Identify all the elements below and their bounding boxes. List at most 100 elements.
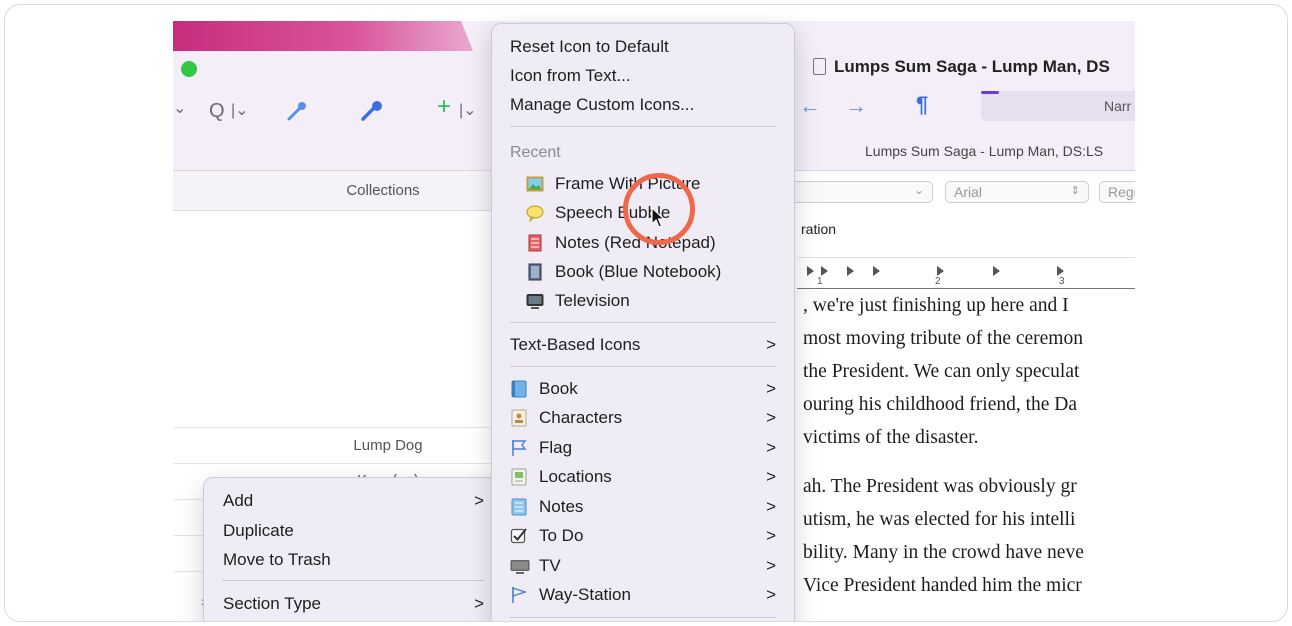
menu-item-label: To Do	[539, 525, 584, 545]
binder-row-label: Lump Dog	[353, 437, 423, 454]
chevron-right-icon: >	[766, 496, 776, 516]
chevron-right-icon: >	[766, 525, 776, 545]
menu-item-add[interactable]: Add >	[204, 486, 502, 515]
tab-stop[interactable]	[821, 266, 828, 276]
body-line: ouring his childhood friend, the Da	[803, 394, 1078, 415]
body-line: ah. The President was obviously gr	[803, 476, 1077, 497]
menu-item-reset-icon[interactable]: Reset Icon to Default	[492, 32, 794, 61]
tab-stop[interactable]	[847, 266, 854, 276]
menu-item-text-based-icons[interactable]: Text-Based Icons >	[492, 330, 794, 359]
menu-item-tv[interactable]: TV >	[492, 551, 794, 580]
ruler[interactable]: 1 2 3	[797, 257, 1135, 291]
speech-bubble-icon	[526, 204, 544, 222]
binder-context-menu: Add > Duplicate Move to Trash Section Typ…	[203, 477, 503, 621]
recent-header: Recent	[510, 144, 561, 161]
menu-item-flag[interactable]: Flag >	[492, 433, 794, 462]
binder-row[interactable]: Lump Dog	[173, 427, 503, 463]
document-icon	[813, 58, 826, 75]
menu-separator	[510, 366, 776, 367]
font-family-value: Arial	[954, 184, 983, 200]
notes-icon	[510, 498, 528, 516]
chevron-right-icon: >	[766, 378, 776, 398]
menu-item-to-do[interactable]: To Do >	[492, 521, 794, 550]
framed-picture-icon	[526, 175, 544, 193]
label-dropper-icon[interactable]	[285, 99, 309, 127]
menu-item-book[interactable]: Book >	[492, 374, 794, 403]
body-line: utism, he was elected for his intelli	[803, 509, 1076, 530]
body-line: Vice President handed him the micr	[803, 575, 1082, 596]
paragraph-style-label: ration	[801, 221, 837, 237]
menu-item-section-type[interactable]: Section Type >	[204, 589, 502, 618]
menu-item-notes[interactable]: Notes >	[492, 492, 794, 521]
search-icon[interactable]: Q	[209, 101, 225, 121]
collections-label: Collections	[346, 182, 420, 199]
add-icon[interactable]: +	[437, 95, 451, 119]
document-subtitle: Lumps Sum Saga - Lump Man, DS:LS	[865, 143, 1104, 159]
font-style-select[interactable]: Regu	[1099, 181, 1135, 203]
menu-item-duplicate[interactable]: Duplicate	[204, 516, 502, 545]
desktop-wallpaper	[173, 21, 473, 51]
menu-item-blue-notebook[interactable]: Book (Blue Notebook)	[492, 257, 794, 286]
body-line: victims of the disaster.	[803, 427, 979, 448]
menu-item-way-station[interactable]: Way-Station >	[492, 580, 794, 609]
menu-item-label: TV	[539, 555, 561, 575]
screenshot-frame: ⌄ Q |⌄ + |⌄ Collections Lump Dog Keog(an…	[4, 4, 1288, 622]
menu-item-label: Characters	[539, 407, 623, 427]
document-title: Lumps Sum Saga - Lump Man, DS	[813, 57, 1110, 77]
chevron-right-icon: >	[766, 584, 776, 604]
menu-separator	[222, 580, 484, 581]
flag-icon	[510, 439, 528, 457]
pilcrow-icon[interactable]: ¶	[916, 92, 928, 118]
menu-item-label: Section Type	[223, 593, 321, 613]
menu-item-manage-custom-icons[interactable]: Manage Custom Icons...	[492, 90, 794, 119]
locations-icon	[510, 468, 528, 486]
menu-item-characters[interactable]: Characters >	[492, 403, 794, 432]
history-nav: ← →	[799, 93, 867, 119]
mouse-pointer-icon	[651, 207, 665, 228]
chevron-right-icon: >	[474, 593, 484, 613]
search-chevron-icon[interactable]: |⌄	[231, 101, 249, 121]
red-notepad-icon	[526, 234, 544, 252]
chevron-right-icon: >	[474, 490, 484, 510]
status-dropper-icon[interactable]	[359, 99, 385, 127]
menu-item-locations[interactable]: Locations >	[492, 462, 794, 491]
font-family-select[interactable]: Arial ⇕	[945, 181, 1089, 203]
tab-stop[interactable]	[993, 266, 1000, 276]
menu-item-label: Flag	[539, 437, 573, 457]
menu-item-label: Icon from Text...	[510, 65, 631, 85]
icon-context-menu: Reset Icon to Default Icon from Text... …	[491, 23, 795, 621]
add-chevron-icon[interactable]: |⌄	[459, 101, 477, 121]
tab-stop[interactable]	[807, 266, 814, 276]
menu-item-label: Locations	[539, 466, 612, 486]
document-title-text: Lumps Sum Saga - Lump Man, DS	[834, 57, 1110, 76]
mode-pill[interactable]: Narr	[981, 91, 1135, 121]
forward-arrow-icon[interactable]: →	[845, 93, 867, 118]
chevron-right-icon: >	[766, 407, 776, 427]
menu-item-icon-from-text[interactable]: Icon from Text...	[492, 61, 794, 90]
tab-stop[interactable]	[937, 266, 944, 276]
menu-separator	[510, 617, 776, 618]
characters-icon	[510, 409, 528, 427]
tab-stop[interactable]	[873, 266, 880, 276]
font-style-value: Regu	[1108, 184, 1135, 200]
ruler-number: 1	[817, 276, 823, 287]
tab-stop[interactable]	[1057, 266, 1064, 276]
back-arrow-icon[interactable]: ←	[799, 93, 821, 118]
ruler-number: 3	[1059, 276, 1065, 287]
chevron-right-icon: >	[766, 466, 776, 486]
body-line: the President. We can only speculat	[803, 361, 1080, 382]
view-chevron-icon[interactable]: ⌄	[173, 99, 186, 119]
chevron-right-icon: >	[766, 437, 776, 457]
menu-item-label: Text-Based Icons	[510, 334, 641, 354]
menu-item-label: Manage Custom Icons...	[510, 94, 695, 114]
menu-item-move-to-trash[interactable]: Move to Trash	[204, 545, 502, 574]
document-body[interactable]: , we're just finishing up here and I mos…	[803, 289, 1135, 602]
paragraph-style-select[interactable]: ⌄	[773, 181, 933, 203]
window-zoom-button[interactable]	[181, 61, 197, 77]
body-line: bility. Many in the crowd have neve	[803, 542, 1084, 563]
chevron-right-icon: >	[766, 555, 776, 575]
menu-item-label: Way-Station	[539, 584, 631, 604]
menu-item-television[interactable]: Television	[492, 286, 794, 315]
ruler-number: 2	[935, 276, 941, 287]
collections-tab[interactable]: Collections	[173, 171, 503, 211]
